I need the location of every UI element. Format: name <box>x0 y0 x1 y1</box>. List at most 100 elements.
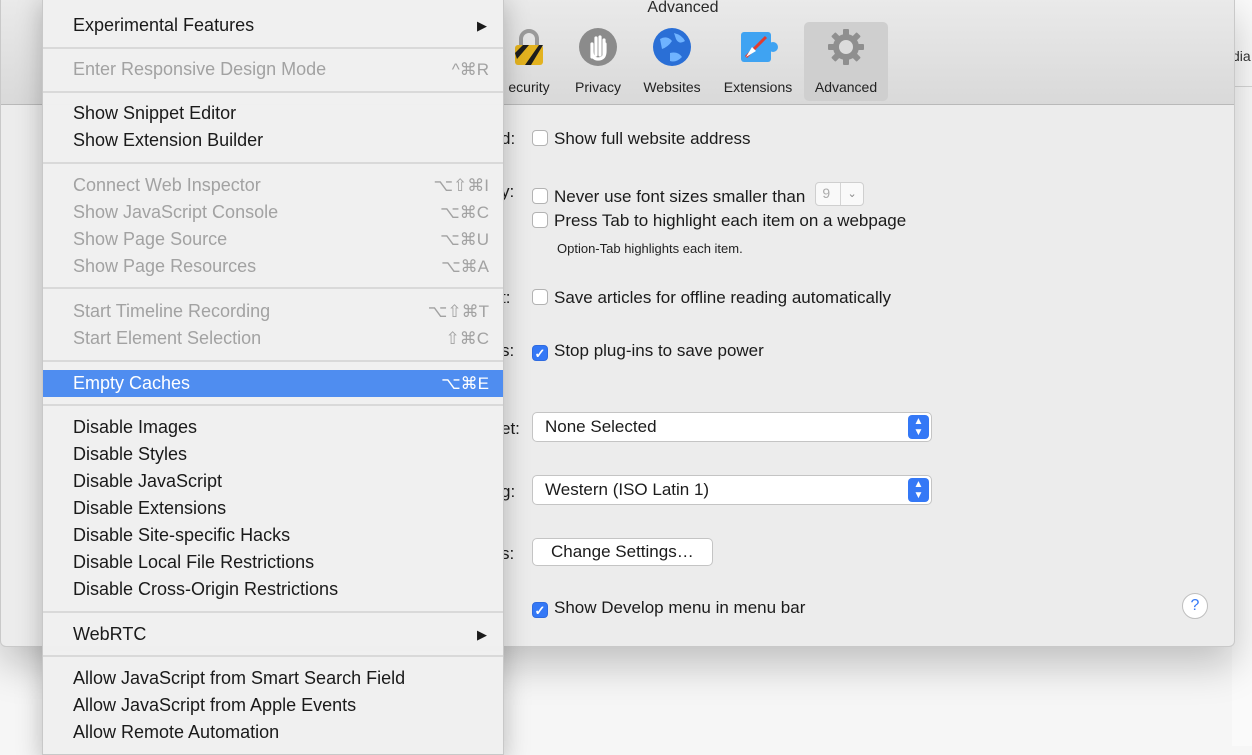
menu-shortcut: ⇧⌘C <box>445 329 489 348</box>
menu-item-label: Disable JavaScript <box>73 471 223 491</box>
menu-item-label: Show Page Resources <box>73 256 257 276</box>
menu-shortcut: ⌥⌘U <box>440 230 489 249</box>
menu-item-label: Empty Caches <box>73 373 191 393</box>
min-font-label: Never use font sizes smaller than <box>554 187 806 206</box>
tab-highlight-label: Press Tab to highlight each item on a we… <box>554 211 907 230</box>
min-font-option[interactable]: Never use font sizes smaller than 9 ⌄ <box>532 182 865 207</box>
menu-item-snippet-editor[interactable]: Show Snippet Editor <box>43 100 503 127</box>
menu-item-label: Disable Cross-Origin Restrictions <box>73 579 339 599</box>
menu-item-experimental-features[interactable]: Experimental Features ▶ <box>43 12 503 39</box>
menu-item-label: Show JavaScript Console <box>73 202 279 222</box>
menu-item-label: Allow JavaScript from Apple Events <box>73 695 357 715</box>
menu-separator <box>43 360 503 362</box>
min-font-checkbox[interactable] <box>532 188 548 204</box>
menu-separator <box>43 655 503 657</box>
menu-item-element-selection: Start Element Selection ⇧⌘C <box>43 325 503 352</box>
menu-item-js-smart-search[interactable]: Allow JavaScript from Smart Search Field <box>43 665 503 692</box>
menu-item-disable-site-hacks[interactable]: Disable Site-specific Hacks <box>43 522 503 549</box>
menu-item-disable-images[interactable]: Disable Images <box>43 414 503 441</box>
min-font-size-value: 9 <box>822 185 831 201</box>
menu-item-timeline-recording: Start Timeline Recording ⌥⇧⌘T <box>43 298 503 325</box>
submenu-arrow-icon: ▶ <box>477 627 487 642</box>
menu-item-remote-automation[interactable]: Allow Remote Automation <box>43 719 503 746</box>
chevron-down-icon: ⌄ <box>840 183 863 205</box>
encoding-popup[interactable]: Western (ISO Latin 1) ▲ ▼ <box>532 475 932 505</box>
background-page: dia <box>1232 0 1252 746</box>
menu-item-responsive-design: Enter Responsive Design Mode ^⌘R <box>43 56 503 83</box>
menu-item-page-source: Show Page Source ⌥⌘U <box>43 226 503 253</box>
offline-reading-label: Save articles for offline reading automa… <box>554 288 892 307</box>
menu-item-disable-cross-origin-restrictions[interactable]: Disable Cross-Origin Restrictions <box>43 576 503 603</box>
menu-item-disable-local-file-restrictions[interactable]: Disable Local File Restrictions <box>43 549 503 576</box>
help-button[interactable]: ? <box>1182 593 1208 619</box>
menu-item-label: Allow JavaScript from Smart Search Field <box>73 668 406 688</box>
develop-menu-option[interactable]: ✓ Show Develop menu in menu bar <box>532 598 805 618</box>
menu-item-javascript-console: Show JavaScript Console ⌥⌘C <box>43 199 503 226</box>
menu-item-page-resources: Show Page Resources ⌥⌘A <box>43 253 503 280</box>
menu-separator <box>43 91 503 93</box>
tab-extensions[interactable]: Extensions <box>714 22 802 101</box>
menu-item-extension-builder[interactable]: Show Extension Builder <box>43 127 503 154</box>
popup-arrows-icon: ▲ ▼ <box>908 415 929 439</box>
menu-item-disable-styles[interactable]: Disable Styles <box>43 441 503 468</box>
tab-security-label: ecurity <box>508 79 550 95</box>
menu-separator <box>43 287 503 289</box>
menu-item-disable-javascript[interactable]: Disable JavaScript <box>43 468 503 495</box>
submenu-arrow-icon: ▶ <box>477 18 487 33</box>
change-settings-button[interactable]: Change Settings… <box>532 538 713 566</box>
tab-privacy[interactable]: Privacy <box>566 22 630 101</box>
tab-extensions-label: Extensions <box>723 79 793 95</box>
develop-menu-label: Show Develop menu in menu bar <box>554 598 806 617</box>
tab-privacy-label: Privacy <box>575 79 621 95</box>
menu-item-label: Start Timeline Recording <box>73 301 271 321</box>
background-divider <box>1232 86 1252 87</box>
menu-shortcut: ⌥⌘A <box>441 257 489 276</box>
offline-reading-checkbox[interactable] <box>532 289 548 305</box>
tab-websites-label: Websites <box>643 79 701 95</box>
encoding-value: Western (ISO Latin 1) <box>545 480 710 499</box>
full-address-label: Show full website address <box>554 129 751 148</box>
stop-plugins-option[interactable]: ✓ Stop plug-ins to save power <box>532 341 764 361</box>
menu-separator <box>43 162 503 164</box>
menu-item-connect-web-inspector: Connect Web Inspector ⌥⇧⌘I <box>43 172 503 199</box>
menu-item-label: Show Extension Builder <box>73 130 264 150</box>
tab-security[interactable]: ecurity <box>496 22 562 101</box>
style-sheet-popup[interactable]: None Selected ▲ ▼ <box>532 412 932 442</box>
tab-highlight-option[interactable]: Press Tab to highlight each item on a we… <box>532 211 906 231</box>
tab-advanced-label: Advanced <box>814 79 878 95</box>
full-address-option[interactable]: Show full website address <box>532 129 751 149</box>
hand-icon <box>579 28 617 66</box>
puzzle-icon <box>741 32 778 62</box>
menu-item-label: Experimental Features <box>73 15 255 35</box>
offline-reading-option[interactable]: Save articles for offline reading automa… <box>532 288 891 308</box>
stop-plugins-label: Stop plug-ins to save power <box>554 341 764 360</box>
style-sheet-value: None Selected <box>545 417 657 436</box>
menu-item-label: Show Snippet Editor <box>73 103 237 123</box>
lock-icon <box>515 29 543 65</box>
full-address-checkbox[interactable] <box>532 130 548 146</box>
menu-item-label: Start Element Selection <box>73 328 262 348</box>
menu-item-label: WebRTC <box>73 624 147 644</box>
menu-item-webrtc[interactable]: WebRTC ▶ <box>43 621 503 648</box>
menu-item-js-apple-events[interactable]: Allow JavaScript from Apple Events <box>43 692 503 719</box>
menu-shortcut: ⌥⇧⌘T <box>427 302 489 321</box>
menu-item-label: Disable Local File Restrictions <box>73 552 315 572</box>
menu-item-label: Disable Styles <box>73 444 188 464</box>
menu-separator <box>43 404 503 406</box>
menu-item-disable-extensions[interactable]: Disable Extensions <box>43 495 503 522</box>
menu-shortcut: ⌥⌘C <box>440 203 489 222</box>
menu-item-label: Disable Site-specific Hacks <box>73 525 291 545</box>
stop-plugins-checkbox[interactable]: ✓ <box>532 345 548 361</box>
tab-advanced[interactable]: Advanced <box>804 22 888 101</box>
menu-item-label: Connect Web Inspector <box>73 175 261 195</box>
menu-separator <box>43 47 503 49</box>
globe-icon <box>653 28 691 66</box>
menu-item-empty-caches[interactable]: Empty Caches ⌥⌘E <box>43 370 503 397</box>
tab-highlight-checkbox[interactable] <box>532 212 548 228</box>
min-font-size-popup[interactable]: 9 ⌄ <box>815 182 865 206</box>
develop-menu: Experimental Features ▶ Enter Responsive … <box>42 0 504 755</box>
tab-websites[interactable]: Websites <box>633 22 711 101</box>
develop-menu-checkbox[interactable]: ✓ <box>532 602 548 618</box>
popup-arrows-icon: ▲ ▼ <box>908 478 929 502</box>
menu-item-label: Disable Extensions <box>73 498 227 518</box>
